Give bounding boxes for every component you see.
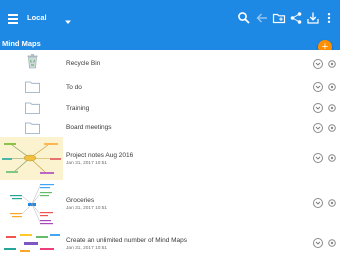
new-folder-icon[interactable] bbox=[272, 11, 286, 25]
gear-icon[interactable] bbox=[327, 153, 337, 163]
item-title: Recycle Bin bbox=[66, 60, 101, 67]
item-date: Jan 31, 2017 10:51 bbox=[66, 206, 108, 211]
gear-icon[interactable] bbox=[327, 238, 337, 248]
share-icon[interactable] bbox=[289, 11, 303, 25]
chevron-down-icon[interactable] bbox=[313, 198, 323, 208]
top-toolbar: Local bbox=[0, 0, 340, 38]
item-title: Board meetings bbox=[66, 124, 112, 131]
list-item[interactable]: To do bbox=[0, 76, 340, 98]
search-icon[interactable] bbox=[237, 11, 251, 25]
chevron-down-icon[interactable] bbox=[313, 153, 323, 163]
more-vert-icon[interactable] bbox=[322, 11, 336, 25]
menu-icon[interactable] bbox=[6, 11, 20, 25]
chevron-down-icon[interactable] bbox=[313, 82, 323, 92]
item-date: Jan 31, 2017 10:51 bbox=[66, 161, 108, 166]
item-date: Jan 31, 2017 10:51 bbox=[66, 246, 108, 251]
dropdown-arrow-icon[interactable] bbox=[64, 13, 72, 24]
chevron-down-icon[interactable] bbox=[313, 238, 323, 248]
list-item[interactable]: Training bbox=[0, 97, 340, 119]
mind-map-thumbnail bbox=[0, 228, 63, 255]
list-item[interactable]: Recycle Bin bbox=[0, 50, 340, 77]
chevron-down-icon[interactable] bbox=[313, 103, 323, 113]
storage-location-label[interactable]: Local bbox=[27, 13, 47, 22]
list-item[interactable]: Create an unlimited number of Mind Maps … bbox=[0, 228, 340, 255]
folder-icon bbox=[25, 101, 40, 114]
chevron-down-icon[interactable] bbox=[313, 59, 323, 69]
item-title: To do bbox=[66, 84, 82, 91]
gear-icon[interactable] bbox=[327, 103, 337, 113]
gear-icon[interactable] bbox=[327, 59, 337, 69]
chevron-down-icon[interactable] bbox=[313, 123, 323, 133]
gear-icon[interactable] bbox=[327, 198, 337, 208]
item-title: Project notes Aug 2016 bbox=[66, 152, 134, 159]
back-icon[interactable] bbox=[255, 11, 269, 25]
item-title: Create an unlimited number of Mind Maps bbox=[66, 237, 188, 244]
gear-icon[interactable] bbox=[327, 123, 337, 133]
breadcrumb[interactable]: Mind Maps bbox=[2, 39, 41, 48]
list-item[interactable]: Project notes Aug 2016 Jan 31, 2017 10:5… bbox=[0, 137, 340, 181]
list-item[interactable]: Groceries Jan 31, 2017 10:51 bbox=[0, 180, 340, 229]
mind-map-thumbnail bbox=[0, 180, 63, 228]
item-title: Groceries bbox=[66, 197, 95, 204]
folder-icon bbox=[25, 80, 40, 93]
breadcrumb-bar: Mind Maps bbox=[0, 38, 340, 50]
folder-icon bbox=[25, 121, 40, 134]
list-item[interactable]: Board meetings bbox=[0, 118, 340, 138]
mind-map-thumbnail bbox=[0, 137, 63, 180]
recycle-bin-icon bbox=[26, 53, 39, 69]
gear-icon[interactable] bbox=[327, 82, 337, 92]
item-title: Training bbox=[66, 105, 90, 112]
download-icon[interactable] bbox=[306, 11, 320, 25]
